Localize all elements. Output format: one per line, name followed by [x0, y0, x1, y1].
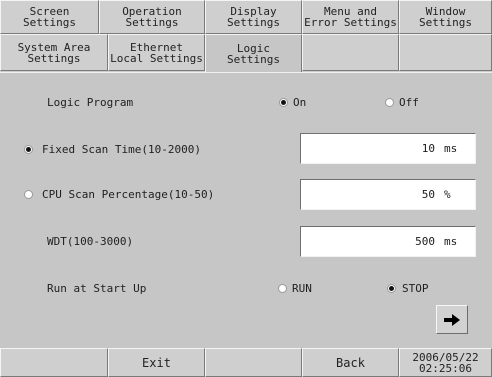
next-page-button[interactable]	[436, 305, 468, 334]
tab-display-settings[interactable]: Display Settings	[205, 0, 302, 34]
right-arrow-icon	[444, 313, 460, 326]
wdt-label: WDT(100-3000)	[47, 235, 134, 248]
tab-ethernet-local-settings[interactable]: Ethernet Local Settings	[108, 34, 205, 71]
tab-menu-error-settings[interactable]: Menu and Error Settings	[302, 0, 399, 34]
run-at-startup-label: Run at Start Up	[47, 282, 147, 295]
tab-empty-1	[302, 34, 399, 71]
cpu-scan-label[interactable]: CPU Scan Percentage(10-50)	[42, 188, 214, 201]
logic-program-off-radio[interactable]	[385, 98, 394, 107]
logic-settings-panel	[0, 72, 492, 349]
stop-radio[interactable]	[387, 284, 396, 293]
cpu-scan-unit: %	[444, 188, 451, 201]
tab-window-settings[interactable]: Window Settings	[399, 0, 492, 34]
tab-empty-2	[399, 34, 492, 71]
wdt-unit: ms	[444, 235, 458, 248]
tab-system-area-settings[interactable]: System Area Settings	[0, 34, 108, 71]
tab-logic-settings[interactable]: Logic Settings	[205, 34, 302, 73]
logic-program-on-label[interactable]: On	[293, 96, 306, 109]
clock-text: 2006/05/22 02:25:06	[412, 350, 479, 375]
fixed-scan-value: 10	[421, 142, 435, 155]
bottom-empty-middle	[205, 348, 302, 377]
cpu-scan-value: 50	[421, 188, 435, 201]
bottom-empty-left	[0, 348, 108, 377]
logic-program-off-label[interactable]: Off	[399, 96, 419, 109]
fixed-scan-label[interactable]: Fixed Scan Time(10-2000)	[42, 143, 201, 156]
back-button[interactable]: Back	[302, 348, 399, 377]
logic-program-label: Logic Program	[47, 96, 134, 109]
cpu-scan-radio[interactable]	[24, 190, 33, 199]
run-radio[interactable]	[278, 284, 287, 293]
exit-button[interactable]: Exit	[108, 348, 205, 377]
logic-settings-screen: Screen Settings Operation Settings Displ…	[0, 0, 492, 377]
logic-program-on-radio[interactable]	[279, 98, 288, 107]
clock-display: 2006/05/22 02:25:06	[399, 348, 492, 377]
wdt-input[interactable]: 500 ms	[300, 226, 476, 257]
fixed-scan-radio[interactable]	[24, 145, 33, 154]
wdt-value: 500	[415, 235, 435, 248]
tab-screen-settings[interactable]: Screen Settings	[0, 0, 99, 34]
cpu-scan-input[interactable]: 50 %	[300, 179, 476, 210]
fixed-scan-unit: ms	[444, 142, 458, 155]
run-label[interactable]: RUN	[292, 282, 312, 295]
stop-label[interactable]: STOP	[402, 282, 429, 295]
fixed-scan-input[interactable]: 10 ms	[300, 133, 476, 164]
tab-operation-settings[interactable]: Operation Settings	[99, 0, 205, 34]
